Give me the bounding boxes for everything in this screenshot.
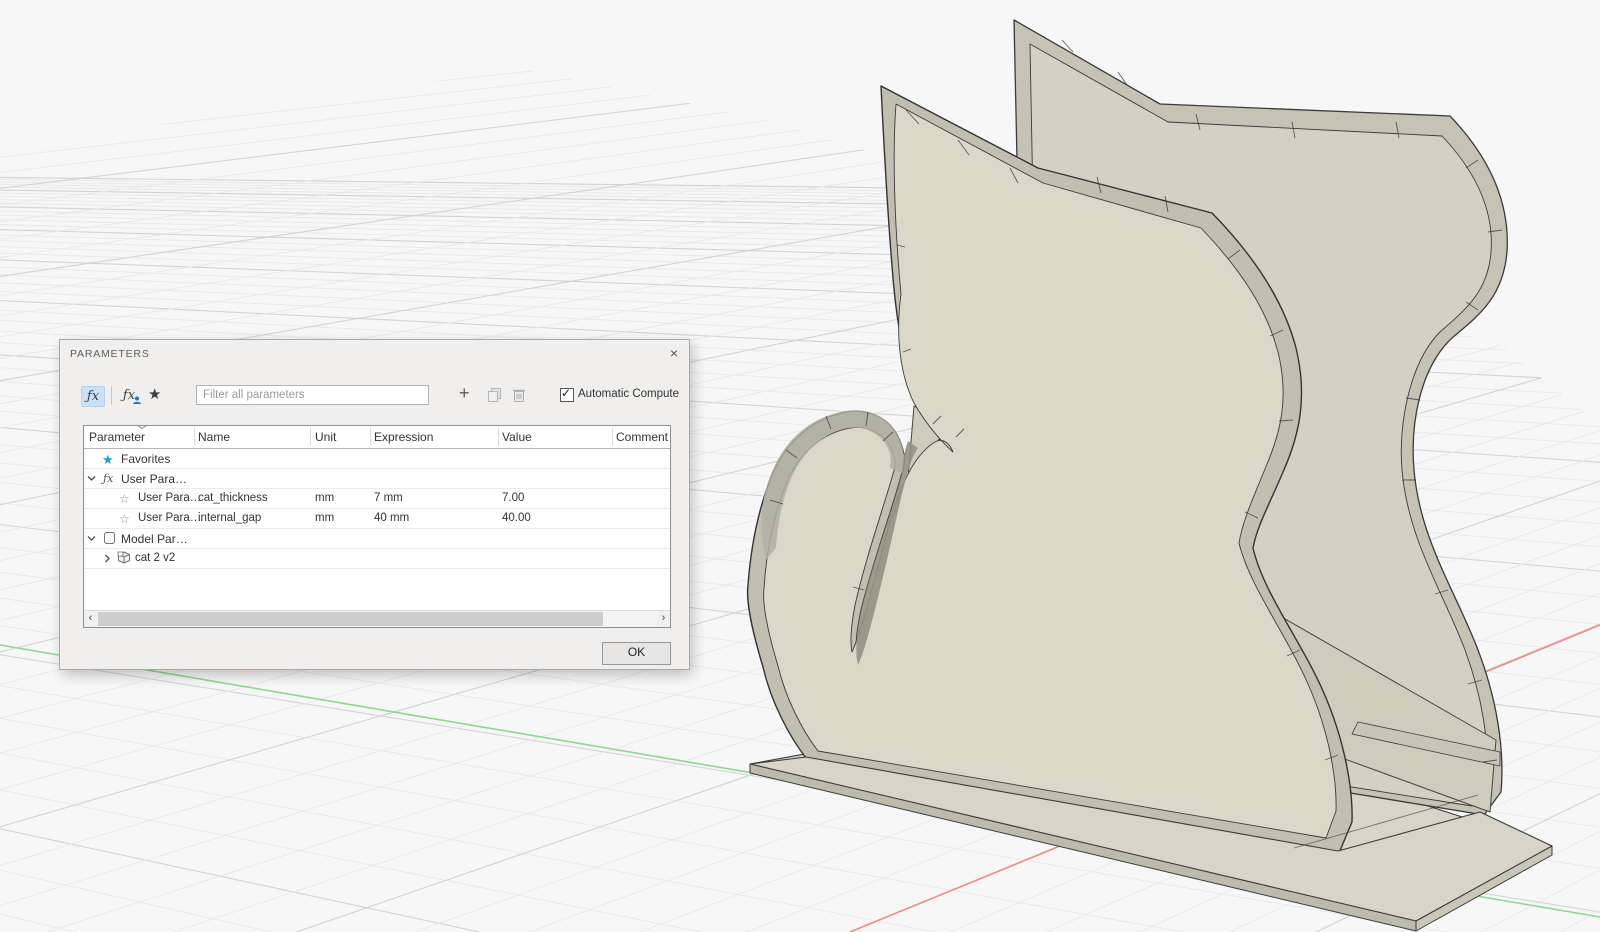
copy-icon[interactable] [487,387,503,403]
row-label: User Para… [121,472,187,486]
ok-button[interactable]: OK [602,642,671,665]
chevron-down-icon[interactable] [87,534,96,543]
scroll-right-icon[interactable]: › [657,611,670,627]
cell-name[interactable]: internal_gap [198,512,261,524]
row-label: Model Par… [121,532,188,546]
chevron-right-icon[interactable] [103,554,112,563]
component-cube-icon [117,551,131,565]
cell-parameter: User Para… [138,492,201,504]
check-icon: ✓ [561,386,571,400]
scrollbar-thumb[interactable] [98,612,603,626]
cell-value: 40.00 [502,512,531,524]
cell-name[interactable]: cat_thickness [198,492,268,504]
row-label: cat 2 v2 [135,552,175,564]
user-parameters-filter-button[interactable]: ƒx [81,386,105,407]
row-component-cat2v2[interactable]: cat 2 v2 [84,549,670,569]
col-expression[interactable]: Expression [374,430,433,444]
parameters-dialog: PARAMETERS × ƒx ƒx ★ + ✓ Automatic Compu… [59,339,690,670]
trash-icon[interactable] [512,387,526,403]
cell-parameter: User Para… [138,512,201,524]
add-parameter-button[interactable]: + [459,383,470,404]
cell-value: 7.00 [502,492,524,504]
row-label: Favorites [121,452,170,466]
cell-expression[interactable]: 40 mm [374,512,409,524]
col-unit[interactable]: Unit [315,430,336,444]
horizontal-scrollbar[interactable]: ‹ › [84,610,670,627]
fx-icon: ƒx [87,389,99,404]
cell-unit[interactable]: mm [315,492,334,504]
fx-icon: ƒx [103,472,113,485]
cell-unit[interactable]: mm [315,512,334,524]
favorite-toggle-icon[interactable]: ☆ [119,512,130,526]
user-fx-button[interactable]: ƒx [120,386,144,405]
favorites-star-icon: ★ [102,452,114,468]
favorite-toggle-icon[interactable]: ☆ [119,492,130,506]
parameters-table: Parameter Name Unit Expression Value Com… [83,425,671,628]
chevron-down-icon[interactable] [87,474,96,483]
table-header: Parameter Name Unit Expression Value Com… [84,426,670,449]
col-comment[interactable]: Comment [616,430,668,444]
row-model-parameters-group[interactable]: Model Par… [84,529,670,549]
toolbar-separator [111,386,112,405]
cat-model[interactable] [748,20,1552,931]
favorites-filter-button[interactable]: ★ [148,385,161,403]
scroll-left-icon[interactable]: ‹ [84,611,97,627]
dialog-title: PARAMETERS [70,348,150,360]
row-user-parameters-group[interactable]: ƒx User Para… [84,469,670,489]
row-cat-thickness[interactable]: ☆ User Para… cat_thickness mm 7 mm 7.00 [84,489,670,509]
row-internal-gap[interactable]: ☆ User Para… internal_gap mm 40 mm 40.00 [84,509,670,529]
filter-input[interactable] [196,385,429,405]
col-value[interactable]: Value [502,430,532,444]
row-favorites[interactable]: ★ Favorites [84,449,670,469]
col-name[interactable]: Name [198,430,230,444]
cell-expression[interactable]: 7 mm [374,492,403,504]
model-icon [103,531,116,545]
col-parameter[interactable]: Parameter [89,430,145,444]
close-icon[interactable]: × [665,344,683,362]
automatic-compute-checkbox[interactable]: ✓ [560,388,574,402]
automatic-compute-label: Automatic Compute [578,388,679,400]
person-icon [133,396,141,404]
